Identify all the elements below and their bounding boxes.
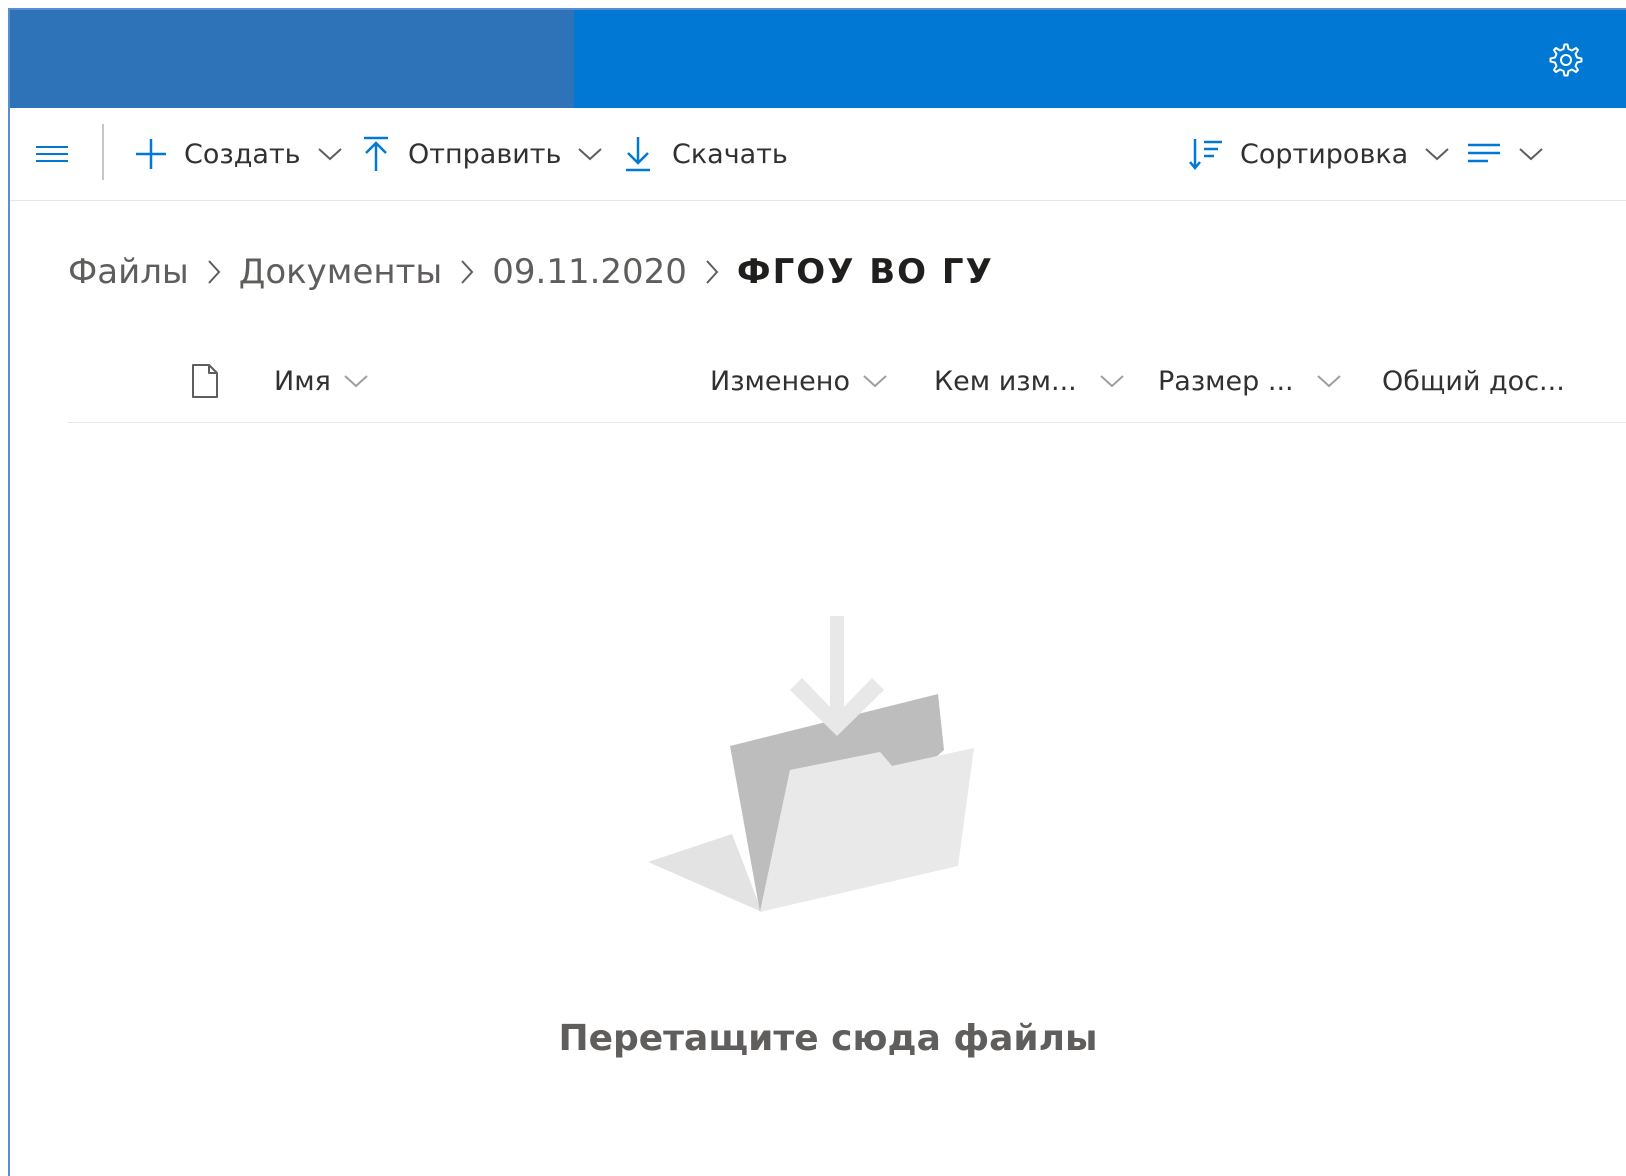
upload-icon — [364, 136, 388, 171]
upload-button[interactable]: Отправить — [362, 108, 603, 200]
breadcrumb: Файлы Документы 09.11.2020 ФГОУ ВО ГУ — [68, 242, 994, 302]
chevron-down-icon — [317, 148, 342, 161]
column-modified[interactable]: Изменено — [710, 340, 888, 422]
chevron-down-icon — [344, 375, 368, 388]
download-icon — [626, 137, 650, 172]
sort-label: Сортировка — [1240, 138, 1409, 170]
column-modified-label: Изменено — [710, 365, 850, 397]
create-button[interactable]: Создать — [134, 108, 343, 200]
folder-drop-icon — [648, 616, 974, 912]
app-window: Создать Отправить Скачать Сортировка Фай… — [8, 8, 1626, 1176]
gear-icon — [1549, 43, 1583, 77]
nav-menu-button[interactable] — [34, 108, 70, 200]
chevron-right-icon — [460, 259, 474, 285]
suite-header-left-block — [10, 10, 574, 108]
plus-icon — [136, 139, 166, 169]
chevron-down-icon — [578, 148, 603, 161]
view-options-button[interactable] — [1466, 108, 1544, 200]
hamburger-icon — [36, 146, 68, 162]
column-headers: Имя Изменено Кем изм... Размер ... Общий… — [68, 340, 1626, 423]
column-modified-by-label: Кем изм... — [934, 365, 1077, 397]
settings-button[interactable] — [1544, 38, 1588, 82]
breadcrumb-item-documents[interactable]: Документы — [239, 252, 442, 292]
breadcrumb-item-files[interactable]: Файлы — [68, 252, 189, 292]
column-name-label: Имя — [274, 365, 331, 397]
breadcrumb-current-folder: ФГОУ ВО ГУ — [736, 252, 994, 292]
chevron-down-icon — [1425, 148, 1449, 161]
chevron-right-icon — [705, 259, 719, 285]
column-name[interactable]: Имя — [274, 340, 369, 422]
chevron-right-icon — [207, 259, 221, 285]
column-file-type[interactable] — [190, 340, 220, 422]
toolbar-divider — [102, 124, 104, 180]
command-bar: Создать Отправить Скачать Сортировка — [10, 108, 1626, 201]
chevron-down-icon — [1100, 375, 1124, 388]
column-size-label: Размер ... — [1158, 365, 1294, 397]
column-sharing-label: Общий дос... — [1382, 365, 1565, 397]
empty-state-message: Перетащите сюда файлы — [558, 1018, 1098, 1059]
column-sharing[interactable]: Общий дос... — [1382, 340, 1565, 422]
suite-header — [10, 10, 1626, 108]
download-button[interactable]: Скачать — [624, 108, 788, 200]
file-icon — [192, 364, 218, 398]
chevron-down-icon — [1316, 375, 1341, 388]
breadcrumb-item-date[interactable]: 09.11.2020 — [492, 252, 687, 292]
column-size[interactable]: Размер ... — [1158, 340, 1342, 422]
create-label: Создать — [184, 138, 301, 170]
sort-button[interactable]: Сортировка — [1188, 108, 1450, 200]
view-options-icon — [1468, 143, 1500, 163]
download-label: Скачать — [672, 138, 788, 170]
sort-icon — [1189, 139, 1222, 170]
column-modified-by[interactable]: Кем изм... — [934, 340, 1125, 422]
upload-label: Отправить — [408, 138, 562, 170]
chevron-down-icon — [1519, 148, 1543, 161]
chevron-down-icon — [863, 375, 887, 388]
